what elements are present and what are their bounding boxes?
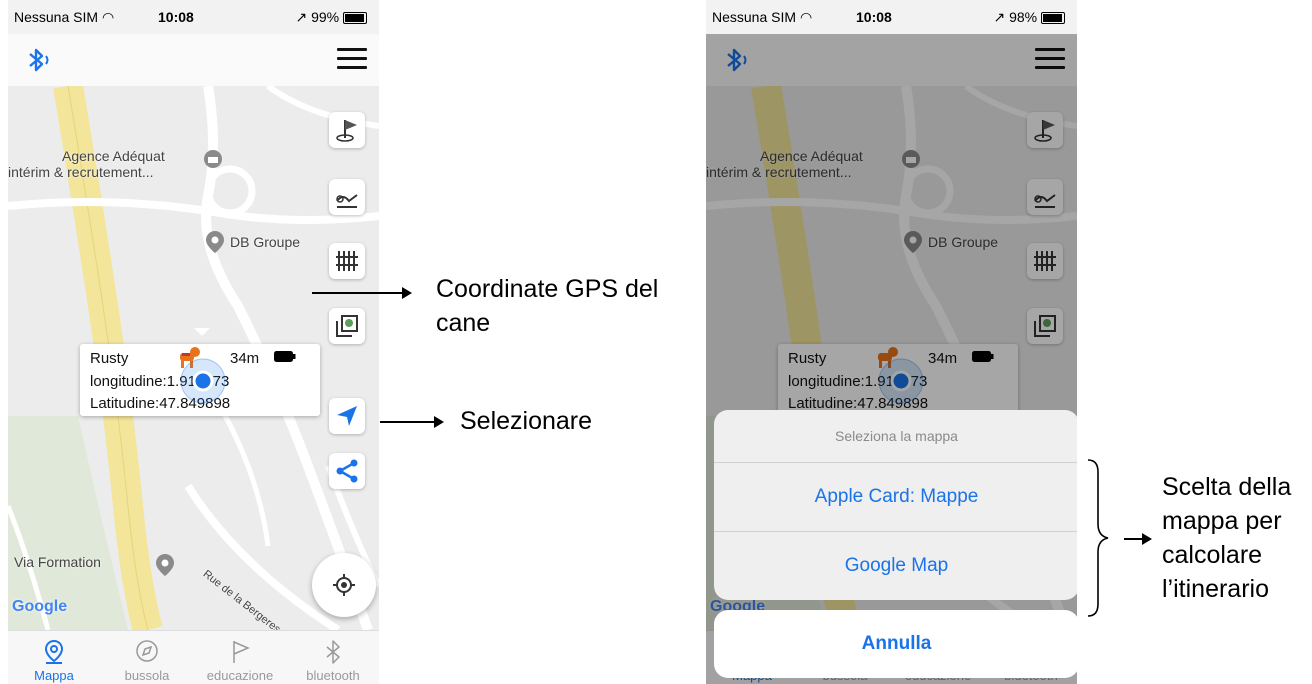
dog-distance: 34m — [230, 350, 260, 367]
carrier-label: Nessuna SIM ◠ — [712, 9, 813, 25]
clock: 10:08 — [158, 9, 194, 25]
apple-maps-option[interactable]: Apple Card: Mappe — [714, 463, 1077, 532]
tab-bar: Mappa bussola educazione bluetooth — [8, 630, 379, 684]
status-bar: Nessuna SIM ◠ 10:08 ↗ 98% — [706, 0, 1077, 34]
center-location-button[interactable] — [312, 553, 376, 617]
battery-icon — [1041, 12, 1065, 25]
tab-bluetooth[interactable]: bluetooth — [287, 631, 379, 684]
fence-button[interactable] — [329, 243, 365, 279]
map-layer-button[interactable] — [329, 308, 365, 344]
dog-name: Rusty — [90, 350, 129, 367]
annotation-arrow-select — [380, 416, 444, 428]
action-sheet-title: Seleziona la mappa — [714, 410, 1077, 463]
phone-screen-select-map: Nessuna SIM ◠ 10:08 ↗ 98% Agence Adéquat… — [706, 0, 1077, 684]
cancel-button[interactable]: Annulla — [714, 610, 1077, 678]
poi-db-groupe[interactable]: DB Groupe — [230, 234, 300, 250]
poi-via-formation[interactable]: Via Formation — [14, 554, 101, 570]
clock: 10:08 — [856, 9, 892, 25]
annotation-brace — [1087, 459, 1109, 617]
map-layers-icon — [336, 315, 358, 337]
fence-icon — [336, 251, 358, 271]
google-logo: Google — [12, 598, 68, 615]
annotation-arrow-choice — [1124, 533, 1152, 545]
annotation-select: Selezionare — [460, 407, 593, 435]
route-button[interactable] — [329, 179, 365, 215]
flag-icon — [233, 641, 250, 663]
share-button[interactable] — [329, 453, 365, 489]
poi-agence-adequat[interactable]: Agence Adéquat intérim & recrutement... — [8, 148, 165, 180]
route-icon — [336, 194, 358, 208]
tab-mappa[interactable]: Mappa — [8, 631, 100, 684]
bluetooth-icon[interactable] — [22, 44, 54, 76]
location-arrow-icon: ↗ — [993, 9, 1006, 25]
tab-bussola[interactable]: bussola — [101, 631, 193, 684]
collar-battery-icon — [274, 351, 296, 362]
annotation-map-choice: Scelta della mappa per calcolare l’itine… — [1162, 473, 1292, 603]
annotation-gps-coordinates: Coordinate GPS del cane — [436, 275, 659, 337]
golf-flag-icon — [336, 120, 357, 142]
crosshair-icon — [333, 574, 355, 596]
hamburger-menu-icon[interactable] — [337, 48, 367, 72]
google-maps-option[interactable]: Google Map — [714, 532, 1077, 600]
navigation-arrow-icon — [337, 406, 357, 426]
phone-screen-map: Nessuna SIM ◠ 10:08 ↗ 99% Agence Adéquat — [8, 0, 379, 684]
bluetooth-icon — [326, 640, 340, 664]
location-pin-icon — [206, 231, 224, 253]
flag-button[interactable] — [329, 112, 365, 148]
share-icon — [336, 459, 358, 483]
card-pointer — [194, 328, 210, 336]
select-map-action-sheet: Seleziona la mappa Apple Card: Mappe Goo… — [714, 410, 1077, 600]
battery-status: ↗ 98% — [993, 9, 1065, 26]
map-view[interactable]: Agence Adéquat intérim & recrutement... … — [8, 86, 379, 630]
location-arrow-icon: ↗ — [295, 9, 308, 25]
location-pin-icon — [156, 554, 174, 576]
status-bar: Nessuna SIM ◠ 10:08 ↗ 99% — [8, 0, 379, 34]
compass-icon — [136, 640, 158, 662]
battery-icon — [343, 12, 367, 25]
wifi-icon: ◠ — [101, 9, 115, 25]
map-pin-icon — [44, 639, 64, 664]
battery-status: ↗ 99% — [295, 9, 367, 26]
navigate-button[interactable] — [329, 398, 365, 434]
user-location-icon — [180, 358, 226, 404]
wifi-icon: ◠ — [799, 9, 813, 25]
tab-educazione[interactable]: educazione — [194, 631, 286, 684]
bank-pin-icon — [204, 150, 222, 168]
carrier-label: Nessuna SIM ◠ — [14, 9, 115, 25]
annotation-arrow-gps — [312, 287, 412, 299]
top-bar — [8, 34, 379, 86]
